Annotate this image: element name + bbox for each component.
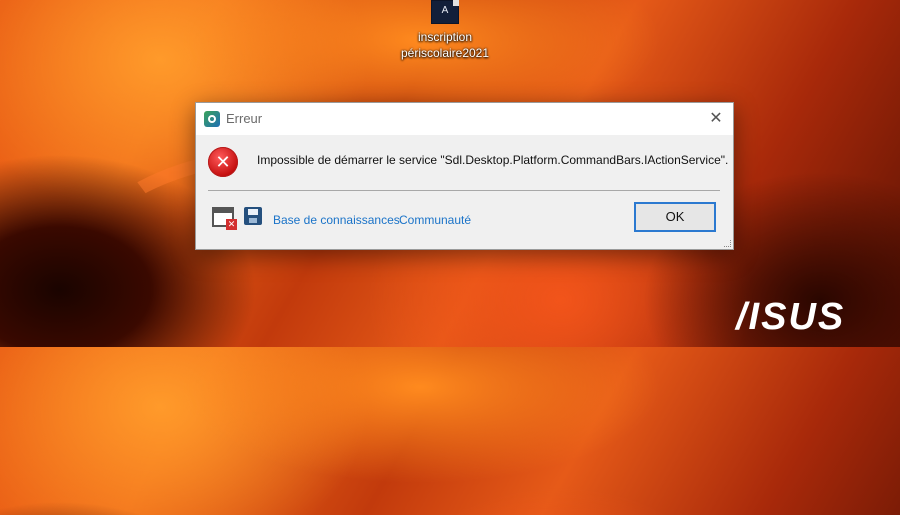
ok-button[interactable]: OK xyxy=(634,202,716,232)
app-icon xyxy=(204,111,220,127)
desktop-icon-label-line1: inscription xyxy=(417,30,473,44)
asus-logo: /ISUS xyxy=(736,296,846,338)
file-icon: A xyxy=(431,0,459,24)
error-message: Impossible de démarrer le service "Sdl.D… xyxy=(257,153,729,167)
community-link[interactable]: Communauté xyxy=(399,213,471,227)
error-icon: ✕ xyxy=(208,147,238,177)
error-dialog: Erreur ✕ ✕ Impossible de démarrer le ser… xyxy=(195,102,734,250)
desktop-file-icon[interactable]: A inscription périscolaire2021 xyxy=(391,0,499,61)
tool-window-titlebar xyxy=(214,209,232,213)
error-badge-icon: ✕ xyxy=(226,219,237,230)
tool-window-error-icon[interactable]: ✕ xyxy=(212,207,237,230)
resize-grip[interactable] xyxy=(724,240,731,247)
desktop-icon-label-line2: périscolaire2021 xyxy=(400,46,490,60)
dialog-title: Erreur xyxy=(226,111,263,126)
save-icon[interactable] xyxy=(244,207,262,225)
close-icon[interactable]: ✕ xyxy=(699,103,733,135)
knowledge-base-link[interactable]: Base de connaissances xyxy=(273,213,400,227)
dialog-titlebar: Erreur ✕ xyxy=(196,103,733,135)
divider xyxy=(208,190,720,191)
desktop-icon-label: inscription périscolaire2021 xyxy=(391,29,499,61)
